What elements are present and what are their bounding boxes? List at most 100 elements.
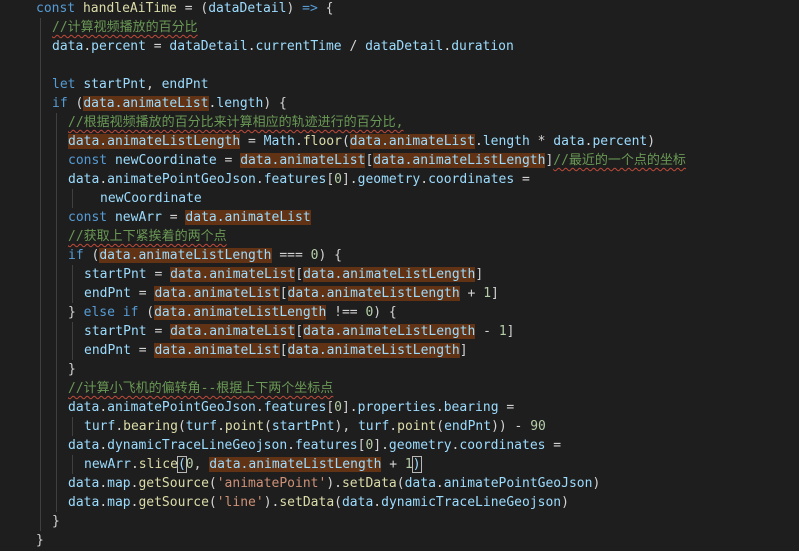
code-token: dynamicTraceLineGeojson — [381, 495, 562, 510]
code-token: . — [99, 400, 108, 415]
code-line[interactable]: if (data.animateList.length) { — [52, 94, 287, 113]
code-token: ) — [561, 495, 569, 510]
code-line[interactable]: const handleAiTime = (dataDetail) => { — [36, 0, 333, 18]
code-token: = — [146, 267, 171, 282]
code-line[interactable]: //获取上下紧挨着的两个点 — [68, 227, 227, 246]
code-token: turf — [357, 419, 390, 434]
code-token: ( — [334, 495, 342, 510]
code-line[interactable]: const newArr = data.animateList — [68, 208, 311, 227]
code-line[interactable]: let startPnt, endPnt — [52, 75, 209, 94]
code-token: ). — [326, 476, 342, 491]
code-line[interactable]: //计算视频播放的百分比 — [52, 18, 198, 37]
indent-guide — [72, 322, 73, 360]
code-line[interactable]: } — [36, 531, 44, 550]
code-token: = — [240, 134, 264, 149]
code-line[interactable]: data.animatePointGeoJson.features[0].pro… — [68, 398, 514, 417]
code-token: data — [68, 476, 100, 491]
code-token: = — [545, 438, 562, 453]
code-line[interactable]: } — [68, 360, 76, 379]
code-token: . — [255, 172, 264, 187]
code-token: / — [341, 39, 366, 54]
code-line[interactable]: turf.bearing(turf.point(startPnt), turf.… — [84, 417, 546, 436]
indent-guide — [72, 417, 73, 436]
code-token: [ — [295, 267, 304, 282]
code-token: ]. — [341, 400, 358, 415]
code-token: newCoordinate — [114, 153, 217, 168]
code-editor[interactable]: const handleAiTime = (dataDetail) => {//… — [0, 0, 799, 551]
code-token: = — [130, 343, 155, 358]
code-line[interactable]: data.dynamicTraceLineGeojson.features[0]… — [68, 436, 561, 455]
code-token: * — [529, 134, 554, 149]
code-line[interactable]: data.map.getSource('line').setData(data.… — [68, 493, 569, 512]
code-token: data — [553, 134, 585, 149]
code-token: dynamicTraceLineGeojson — [107, 438, 288, 453]
indent-guide — [40, 18, 41, 531]
code-token: ( — [341, 134, 350, 149]
code-line[interactable]: } else if (data.animateListLength !== 0)… — [68, 303, 397, 322]
code-line[interactable]: if (data.animateListLength === 0) { — [68, 246, 342, 265]
code-token: . — [287, 438, 295, 453]
code-token: percent — [91, 39, 146, 54]
indent-guide — [72, 265, 73, 303]
code-token: 1 — [498, 324, 507, 339]
code-line[interactable]: data.animateListLength = Math.floor(data… — [68, 132, 655, 151]
code-token: newCoordinate — [100, 191, 202, 206]
code-line[interactable]: startPnt = data.animateList[data.animate… — [84, 322, 515, 341]
code-token: = — [161, 210, 186, 225]
code-line[interactable]: endPnt = data.animateList[data.animateLi… — [84, 284, 499, 303]
code-token: features — [294, 438, 358, 453]
code-token: data.animateListLength — [303, 324, 476, 339]
code-token: startPnt — [84, 267, 147, 282]
code-token: ( — [436, 419, 445, 434]
code-token: getSource — [138, 495, 209, 510]
code-token: animatePointGeoJson — [107, 400, 256, 415]
code-line[interactable]: //根据视频播放的百分比来计算相应的轨迹进行的百分比, — [68, 113, 403, 132]
code-line[interactable]: const newCoordinate = data.animateList[d… — [68, 151, 686, 170]
code-line[interactable]: data.percent = dataDetail.currentTime / … — [52, 37, 514, 56]
code-token: ( — [177, 419, 186, 434]
code-line[interactable]: newArr.slice(0, data.animateListLength +… — [84, 455, 422, 474]
code-line[interactable]: data.map.getSource('animatePoint').setDa… — [68, 474, 600, 493]
code-token: . — [99, 438, 108, 453]
code-token: ( — [264, 419, 272, 434]
code-token: ) { — [263, 96, 287, 111]
code-line[interactable]: endPnt = data.animateList[data.animateLi… — [84, 341, 468, 360]
code-token: animatePointGeoJson — [107, 172, 256, 187]
code-token: data — [68, 438, 100, 453]
code-token: map — [107, 495, 131, 510]
indent-guide — [72, 189, 73, 208]
code-token: turf — [185, 419, 218, 434]
code-token: !== — [326, 305, 366, 320]
code-token: = — [498, 400, 515, 415]
code-token: ]. — [341, 172, 358, 187]
code-line[interactable]: //计算小飞机的偏转角--根据上下两个坐标点 — [68, 379, 333, 398]
code-token: animatePointGeoJson — [443, 476, 593, 491]
code-token: data — [68, 400, 100, 415]
code-token: getSource — [138, 476, 209, 491]
code-token: . — [389, 419, 398, 434]
code-token: + — [381, 457, 405, 472]
code-line[interactable]: data.animatePointGeoJson.features[0].geo… — [68, 170, 530, 189]
code-token: Math — [263, 134, 295, 149]
code-token: ) — [592, 476, 601, 491]
code-line[interactable]: startPnt = data.animateList[data.animate… — [84, 265, 483, 284]
code-token: ] — [475, 267, 484, 282]
code-line[interactable]: newCoordinate — [100, 189, 202, 208]
code-comment: //最近的一个点的坐标 — [553, 153, 686, 168]
code-token: => — [302, 1, 318, 16]
code-token: data.animateList — [154, 343, 280, 358]
code-token: 0 — [334, 172, 342, 187]
code-token: endPnt — [444, 419, 492, 434]
code-token: . — [420, 172, 429, 187]
code-token: turf — [84, 419, 116, 434]
code-token: point — [397, 419, 437, 434]
code-token: startPnt — [84, 324, 147, 339]
code-token: bearing — [443, 400, 499, 415]
code-token: startPnt — [83, 77, 146, 92]
code-token: const — [68, 210, 115, 225]
code-line[interactable]: } — [52, 512, 60, 531]
code-token: if — [52, 96, 68, 111]
code-token: data — [404, 476, 436, 491]
code-token: . — [247, 39, 256, 54]
code-token: data — [68, 495, 100, 510]
